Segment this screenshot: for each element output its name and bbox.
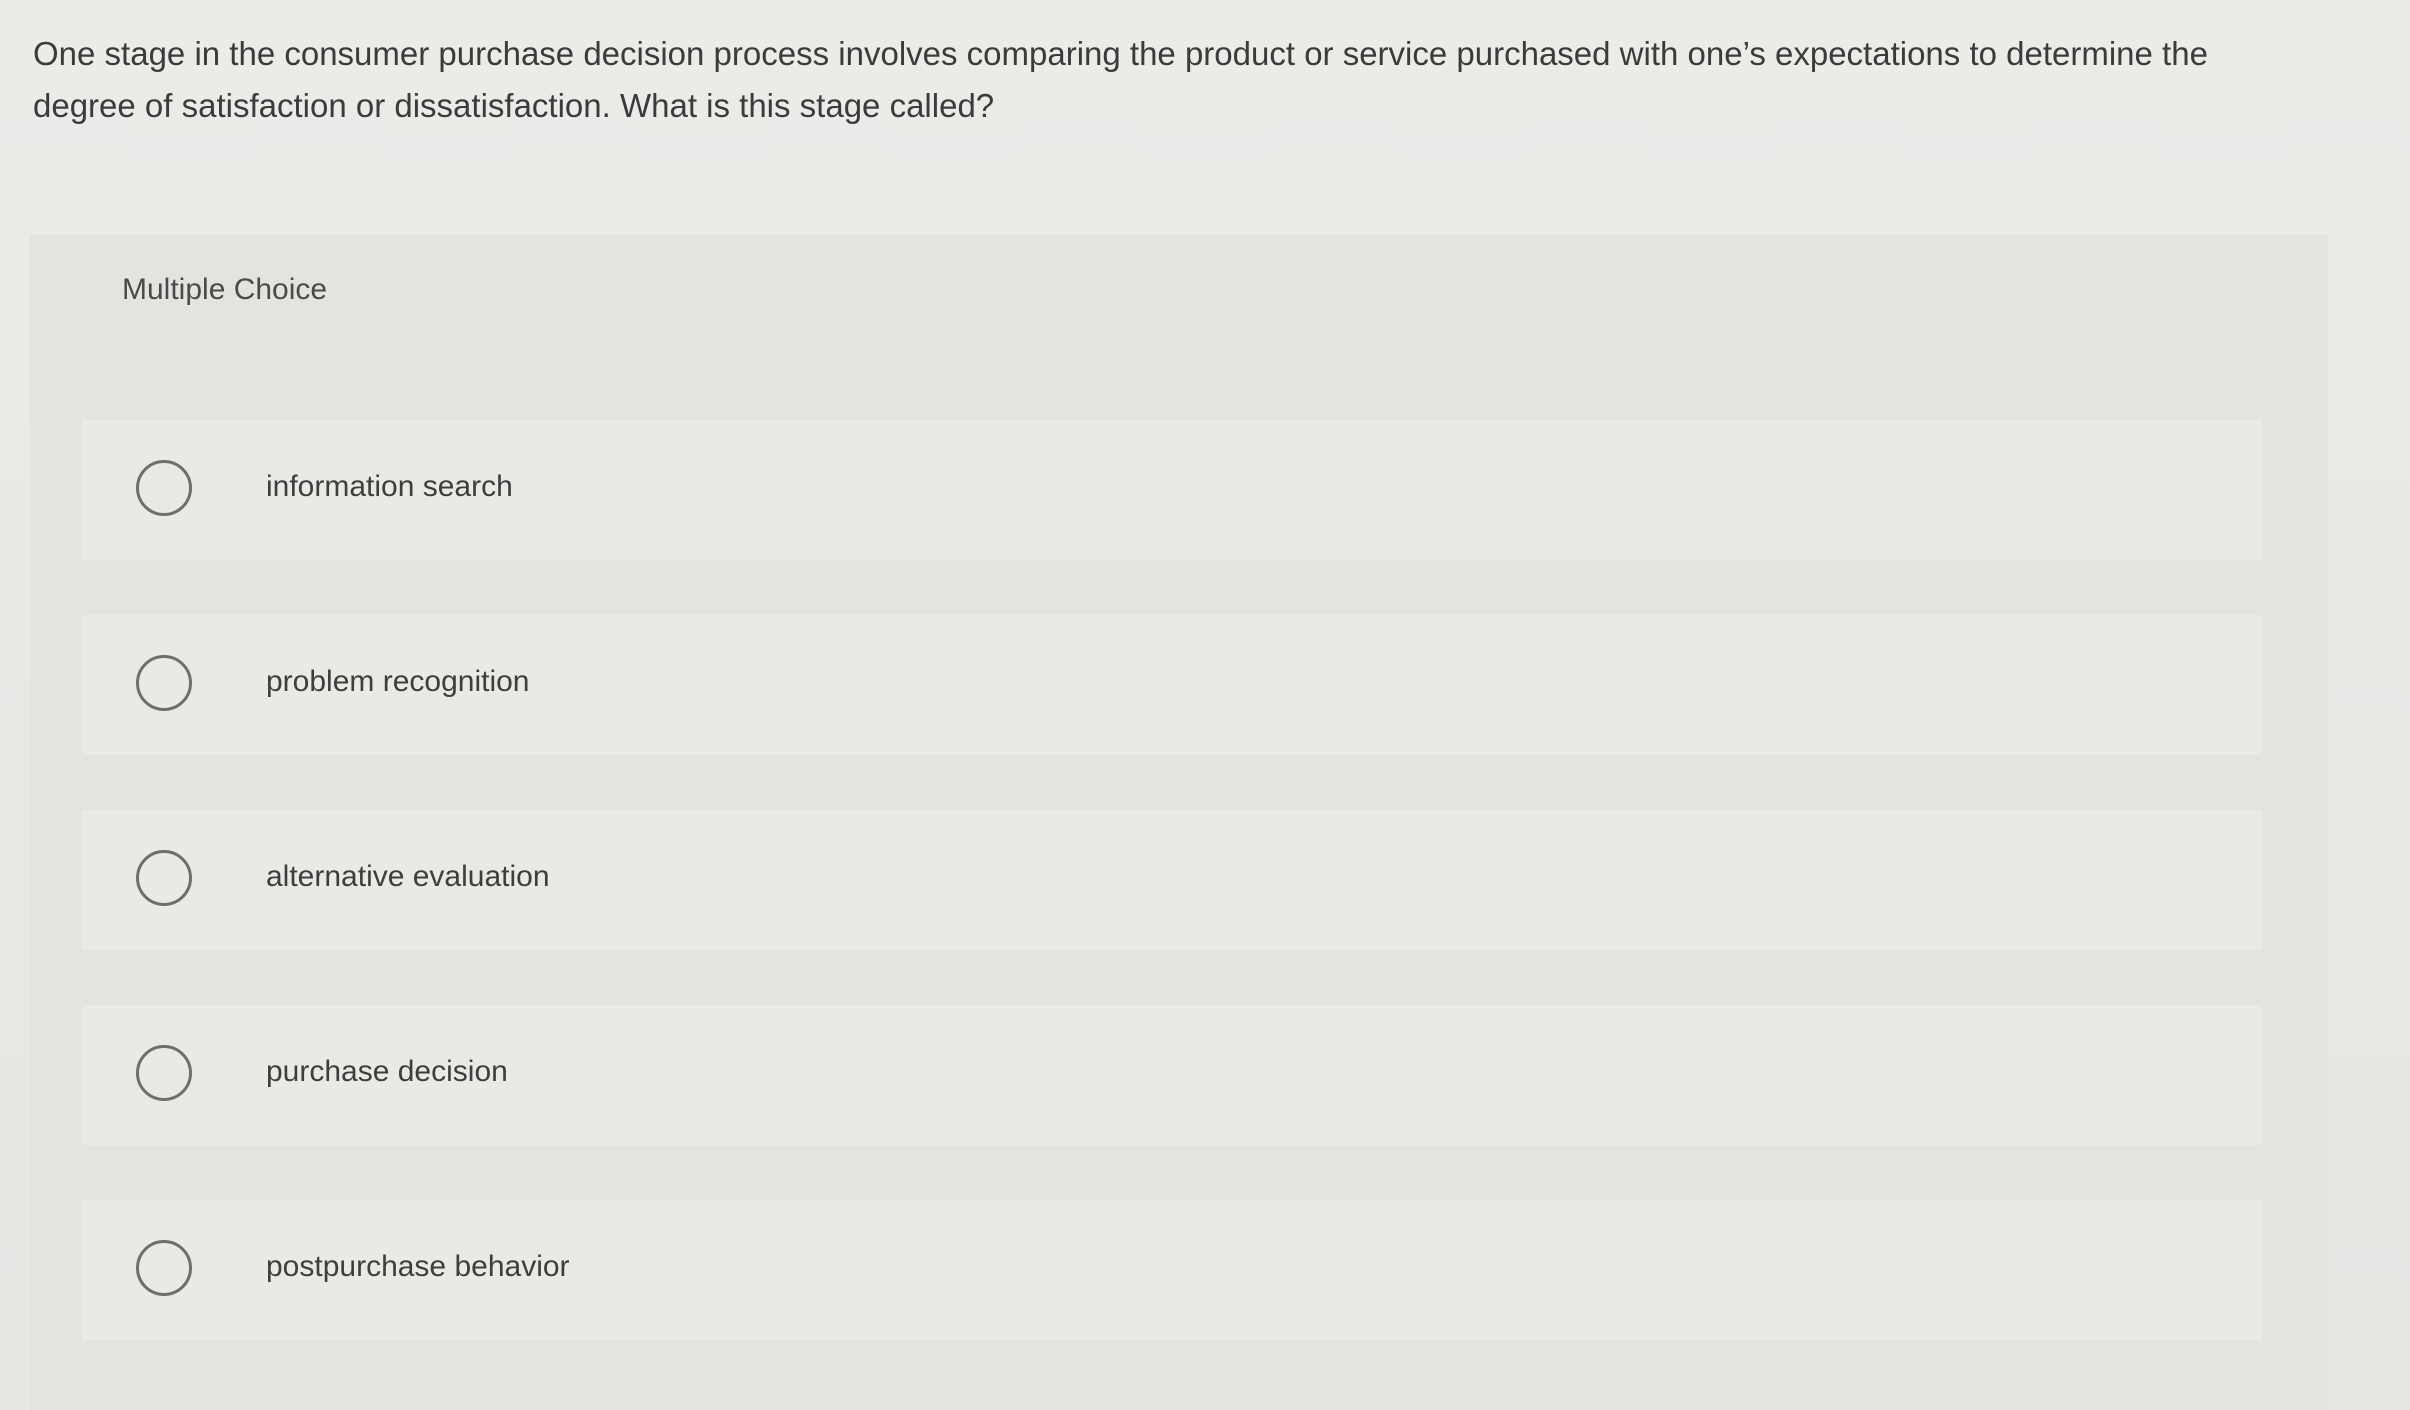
answer-options: information search problem recognition a… — [82, 420, 2262, 1395]
radio-button[interactable] — [136, 850, 192, 906]
answer-option-label: information search — [266, 470, 513, 503]
radio-button[interactable] — [136, 1045, 192, 1101]
answer-option-purchase-decision[interactable]: purchase decision — [82, 1005, 2262, 1145]
answer-option-information-search[interactable]: information search — [82, 420, 2262, 560]
answer-option-alternative-evaluation[interactable]: alternative evaluation — [82, 810, 2262, 950]
question-text: One stage in the consumer purchase decis… — [33, 35, 2208, 124]
answer-option-problem-recognition[interactable]: problem recognition — [82, 615, 2262, 755]
radio-button[interactable] — [136, 655, 192, 711]
multiple-choice-panel: Multiple Choice information search probl… — [30, 235, 2328, 1410]
answer-option-label: alternative evaluation — [266, 860, 550, 893]
radio-button[interactable] — [136, 460, 192, 516]
answer-option-label: postpurchase behavior — [266, 1250, 570, 1283]
answer-option-label: purchase decision — [266, 1055, 508, 1088]
answer-option-postpurchase-behavior[interactable]: postpurchase behavior — [82, 1200, 2262, 1340]
multiple-choice-label: Multiple Choice — [122, 273, 328, 306]
multiple-choice-header: Multiple Choice — [30, 235, 2328, 365]
radio-button[interactable] — [136, 1240, 192, 1296]
answer-option-label: problem recognition — [266, 665, 530, 698]
